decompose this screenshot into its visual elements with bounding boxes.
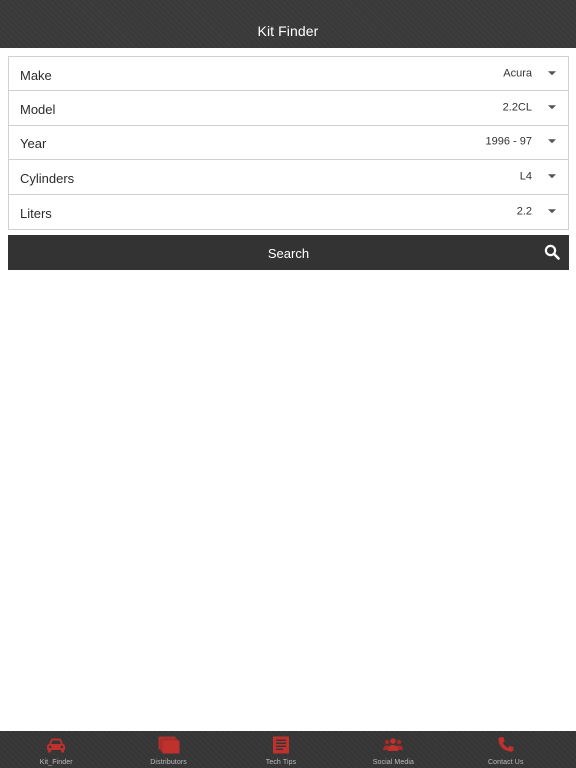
kit-filter-form: Make Acura Model 2.2CL Year 1996 - 97 Cy… [8,56,569,230]
bottom-tab-bar: Kit_Finder Distributors Tech Tips Social… [0,731,576,768]
make-value: Acura [503,67,532,80]
liters-value: 2.2 [516,205,532,218]
stacked-pages-icon [158,736,180,754]
year-dropdown[interactable]: Year 1996 - 97 [9,126,568,161]
page-title: Kit Finder [257,23,319,39]
search-icon [544,244,560,260]
liters-label: Liters [20,205,52,221]
tab-tech-tips-label: Tech Tips [265,759,297,766]
tab-social-media[interactable]: Social Media [337,731,449,768]
tab-kit-finder-label: Kit_Finder [39,759,73,766]
document-icon [272,736,289,754]
tab-distributors[interactable]: Distributors [112,731,224,768]
chevron-down-icon [548,174,556,179]
chevron-down-icon [548,208,556,213]
phone-icon [498,737,514,752]
tab-social-media-label: Social Media [372,759,414,766]
chevron-down-icon [548,70,556,75]
car-icon [47,738,66,753]
model-dropdown[interactable]: Model 2.2CL [9,91,568,126]
kit-finder-screen: Kit Finder Make Acura Model 2.2CL Year 1… [0,0,576,768]
tab-distributors-label: Distributors [150,759,187,766]
tab-contact-us-label: Contact Us [487,759,524,766]
year-value: 1996 - 97 [485,135,532,148]
year-label: Year [20,136,47,152]
chevron-down-icon [548,139,556,144]
people-icon [383,738,404,751]
make-label: Make [20,67,52,83]
chevron-down-icon [548,105,556,110]
search-button-label: Search [267,246,310,261]
model-value: 2.2CL [502,101,532,114]
tab-contact-us[interactable]: Contact Us [450,731,562,768]
tab-kit-finder[interactable]: Kit_Finder [0,731,112,768]
tab-tech-tips[interactable]: Tech Tips [225,731,337,768]
model-label: Model [20,102,56,118]
search-button[interactable]: Search [8,235,569,270]
cylinders-dropdown[interactable]: Cylinders L4 [9,160,568,195]
navigation-bar: Kit Finder [0,0,576,48]
liters-dropdown[interactable]: Liters 2.2 [9,195,568,229]
make-dropdown[interactable]: Make Acura [9,57,568,92]
cylinders-value: L4 [519,170,532,183]
cylinders-label: Cylinders [20,170,75,186]
